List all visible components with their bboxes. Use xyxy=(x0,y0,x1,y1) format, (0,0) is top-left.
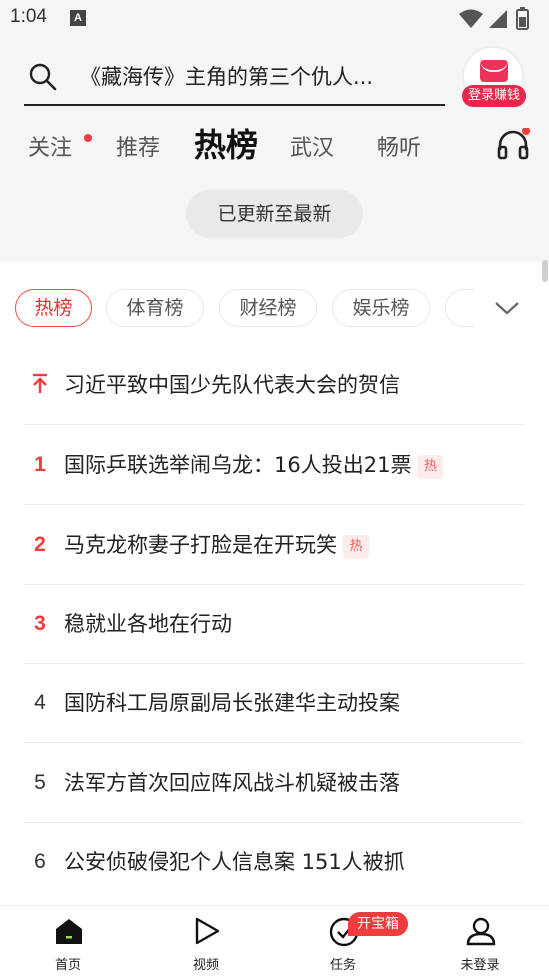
home-icon xyxy=(56,919,82,944)
search-query[interactable]: 《藏海传》主角的第三个仇人... xyxy=(80,61,373,91)
nav-profile-label: 未登录 xyxy=(460,958,500,973)
news-item[interactable]: 3 稳就业各地在行动 xyxy=(24,584,524,664)
news-title[interactable]: 稳就业各地在行动 xyxy=(64,608,232,638)
nav-video-label: 视频 xyxy=(192,958,219,973)
news-title-text[interactable]: 国际乒联选举闹乌龙：16人投出21票 xyxy=(64,453,411,477)
search-bar[interactable]: 《藏海传》主角的第三个仇人... xyxy=(24,48,445,106)
wifi-icon xyxy=(459,9,483,28)
news-title-text[interactable]: 马克龙称妻子打脸是在开玩笑 xyxy=(64,533,337,557)
nav-task-label: 任务 xyxy=(329,958,356,973)
tab-audio[interactable]: 畅听 xyxy=(377,130,421,162)
news-title[interactable]: 习近平致中国少先队代表大会的贺信 xyxy=(64,369,400,399)
treasure-box-badge[interactable]: 开宝箱 xyxy=(348,912,408,936)
notification-a-icon: A xyxy=(70,10,86,26)
news-title[interactable]: 公安侦破侵犯个人信息案 151人被抓 xyxy=(64,846,405,876)
follow-new-dot xyxy=(84,134,92,142)
user-icon xyxy=(466,917,496,946)
news-rank: 2 xyxy=(34,533,46,556)
headphone-icon[interactable] xyxy=(496,127,530,166)
news-item[interactable]: 6 公安侦破侵犯个人信息案 151人被抓 xyxy=(24,822,524,902)
news-item[interactable]: 2 马克龙称妻子打脸是在开玩笑热 xyxy=(24,505,524,585)
login-earn-label[interactable]: 登录赚钱 xyxy=(462,85,526,107)
news-item[interactable]: 1 国际乒联选举闹乌龙：16人投出21票热 xyxy=(24,425,524,505)
news-title[interactable]: 马克龙称妻子打脸是在开玩笑热 xyxy=(64,529,369,559)
news-rank: 6 xyxy=(34,850,46,873)
status-time: 1:04 xyxy=(10,6,47,27)
tab-hot-list[interactable]: 热榜 xyxy=(194,120,258,166)
rank-tab-finance[interactable]: 财经榜 xyxy=(219,289,317,327)
tab-recommend[interactable]: 推荐 xyxy=(116,130,160,162)
news-item[interactable]: 习近平致中国少先队代表大会的贺信 xyxy=(24,345,524,425)
news-rank: 3 xyxy=(34,612,46,635)
status-bar: 1:04 A xyxy=(0,0,549,38)
bottom-nav: 首页 视频 任务 未登录 xyxy=(0,905,549,977)
news-title[interactable]: 国防科工局原副局长张建华主动投案 xyxy=(64,687,400,717)
hot-tag: 热 xyxy=(343,535,369,559)
news-rank: 4 xyxy=(34,691,46,714)
rank-tab-entertainment[interactable]: 娱乐榜 xyxy=(332,289,430,327)
tab-follow[interactable]: 关注 xyxy=(28,130,72,162)
news-rank: 5 xyxy=(34,771,46,794)
rank-tab-partial[interactable] xyxy=(445,289,475,327)
red-envelope-icon xyxy=(480,60,508,82)
nav-home-label: 首页 xyxy=(54,958,81,973)
rank-tab-sports[interactable]: 体育榜 xyxy=(106,289,204,327)
pin-top-icon xyxy=(32,373,48,399)
play-icon xyxy=(195,917,220,945)
news-item[interactable]: 5 法军方首次回应阵风战斗机疑被击落 xyxy=(24,743,524,823)
news-title[interactable]: 国际乒联选举闹乌龙：16人投出21票热 xyxy=(64,449,444,479)
update-notice: 已更新至最新 xyxy=(186,190,363,238)
news-rank: 1 xyxy=(34,453,46,476)
nav-home[interactable]: 首页 xyxy=(28,906,108,977)
chevron-down-icon[interactable] xyxy=(494,298,520,322)
news-item[interactable]: 4 国防科工局原副局长张建华主动投案 xyxy=(24,663,524,743)
tab-wuhan[interactable]: 武汉 xyxy=(290,130,334,162)
system-status-icons xyxy=(457,7,537,35)
nav-video[interactable]: 视频 xyxy=(166,906,246,977)
search-icon[interactable] xyxy=(28,62,58,96)
signal-icon xyxy=(489,10,507,28)
nav-profile[interactable]: 未登录 xyxy=(440,906,520,977)
scrollbar[interactable] xyxy=(542,260,548,282)
news-title[interactable]: 法军方首次回应阵风战斗机疑被击落 xyxy=(64,767,400,797)
hot-tag: 热 xyxy=(417,455,444,479)
channel-tabs: 关注 推荐 热榜 武汉 畅听 xyxy=(0,118,549,174)
rank-tab-hot[interactable]: 热榜 xyxy=(15,289,92,327)
